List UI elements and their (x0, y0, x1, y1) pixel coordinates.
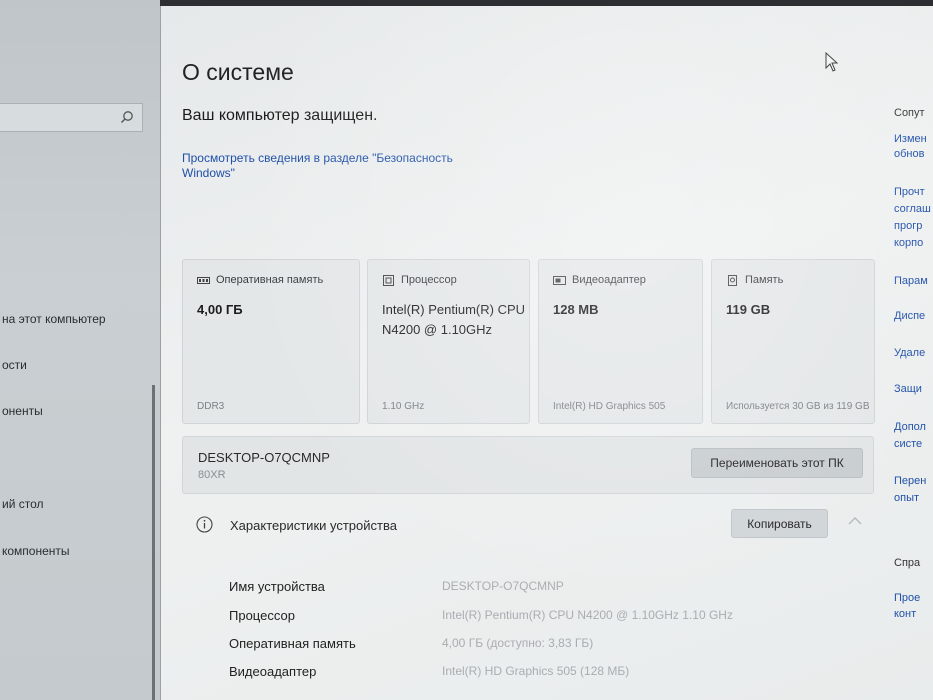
processor-card-label: Процессор (401, 274, 457, 286)
chevron-up-icon[interactable] (847, 516, 863, 526)
nav-scrollbar[interactable] (152, 385, 155, 700)
video-adapter-icon (553, 275, 566, 285)
storage-icon (728, 274, 737, 286)
related-link-7b[interactable]: систе (894, 437, 922, 452)
related-link-3[interactable]: Парам (894, 274, 928, 289)
related-settings-pane: Сопут Измен обнов Прочт соглаш прогр кор… (891, 6, 933, 700)
spec-label: Оперативная память (229, 636, 356, 651)
related-link-7[interactable]: Допол (894, 420, 926, 435)
spec-row-video-adapter: Видеоадаптер Intel(R) HD Graphics 505 (1… (229, 664, 849, 686)
related-link-2d[interactable]: корпо (894, 236, 923, 251)
ram-card: Оперативная память 4,00 ГБ DDR3 (182, 259, 360, 424)
video-adapter-card-label: Видеоадаптер (572, 274, 646, 286)
related-link-6[interactable]: Защи (894, 382, 922, 397)
copy-button[interactable]: Копировать (731, 509, 828, 538)
protection-status: Ваш компьютер защищен. (182, 107, 378, 124)
ram-card-label: Оперативная память (216, 274, 324, 286)
ram-card-value: 4,00 ГБ (197, 302, 243, 317)
nav-item-optional-components[interactable]: компоненты (2, 544, 70, 558)
windows-security-link[interactable]: Просмотреть сведения в разделе "Безопасн… (182, 151, 492, 181)
spec-label: Имя устройства (229, 579, 325, 594)
device-name: DESKTOP-O7QCMNP (198, 450, 330, 465)
related-link-2b[interactable]: соглаш (894, 202, 931, 217)
related-link-4[interactable]: Диспе (894, 309, 925, 324)
storage-card-sub: Используется 30 GB из 119 GB (726, 401, 870, 412)
pc-name-row: DESKTOP-O7QCMNP 80XR Переименовать этот … (182, 436, 874, 494)
video-adapter-card: Видеоадаптер 128 MB Intel(R) HD Graphics… (538, 259, 703, 424)
video-adapter-card-value: 128 MB (553, 302, 599, 317)
about-page: О системе Ваш компьютер защищен. Просмот… (160, 6, 933, 700)
device-specs-header[interactable]: Характеристики устройства Копировать (182, 504, 874, 550)
device-model: 80XR (198, 469, 226, 481)
related-link-8[interactable]: Перен (894, 474, 926, 489)
help-link-1[interactable]: Прое (894, 591, 920, 606)
processor-card-sub: 1.10 GHz (382, 401, 425, 412)
spec-value: 4,00 ГБ (доступно: 3,83 ГБ) (442, 636, 594, 650)
related-link-1b[interactable]: обнов (894, 147, 924, 162)
related-link-5[interactable]: Удале (894, 346, 925, 361)
spec-row-device-name: Имя устройства DESKTOP-O7QCMNP (229, 579, 849, 601)
help-link-1b[interactable]: конт (894, 607, 916, 622)
related-link-8b[interactable]: опыт (894, 491, 919, 506)
device-specs-title: Характеристики устройства (230, 518, 397, 533)
nav-item-remote-desktop[interactable]: ий стол (2, 497, 44, 511)
storage-card-value: 119 GB (726, 302, 771, 317)
nav-item-partial-1[interactable]: ости (2, 358, 27, 372)
related-link-1[interactable]: Измен (894, 132, 927, 147)
nav-item-components[interactable]: оненты (2, 404, 43, 418)
nav-item-project-to-pc[interactable]: на этот компьютер (2, 312, 106, 326)
spec-row-processor: Процессор Intel(R) Pentium(R) CPU N4200 … (229, 608, 849, 630)
processor-card-value: Intel(R) Pentium(R) CPU N4200 @ 1.10GHz (382, 302, 526, 337)
spec-value: DESKTOP-O7QCMNP (442, 579, 564, 593)
related-settings-title: Сопут (894, 107, 925, 119)
spec-value: Intel(R) HD Graphics 505 (128 МБ) (442, 664, 630, 678)
rename-pc-button[interactable]: Переименовать этот ПК (691, 448, 863, 478)
ram-card-sub: DDR3 (197, 401, 225, 412)
related-link-2c[interactable]: прогр (894, 219, 922, 234)
help-section-title: Спра (894, 557, 921, 569)
info-icon (196, 516, 213, 533)
storage-card: Память 119 GB Используется 30 GB из 119 … (711, 259, 875, 424)
related-link-2[interactable]: Прочт (894, 185, 925, 200)
spec-row-ram: Оперативная память 4,00 ГБ (доступно: 3,… (229, 636, 849, 658)
storage-card-label: Память (745, 274, 784, 286)
processor-icon (383, 274, 394, 286)
ram-icon (197, 276, 210, 284)
processor-card: Процессор Intel(R) Pentium(R) CPU N4200 … (367, 259, 530, 424)
page-title: О системе (182, 59, 294, 85)
settings-search-box[interactable] (0, 103, 143, 132)
search-icon[interactable] (120, 110, 134, 124)
video-adapter-card-sub: Intel(R) HD Graphics 505 (553, 401, 666, 412)
spec-label: Видеоадаптер (229, 664, 317, 679)
spec-value: Intel(R) Pentium(R) CPU N4200 @ 1.10GHz … (442, 608, 733, 622)
settings-nav-pane: на этот компьютер ости оненты ий стол ко… (0, 0, 160, 700)
mouse-cursor-icon (825, 52, 839, 72)
spec-label: Процессор (229, 608, 295, 623)
